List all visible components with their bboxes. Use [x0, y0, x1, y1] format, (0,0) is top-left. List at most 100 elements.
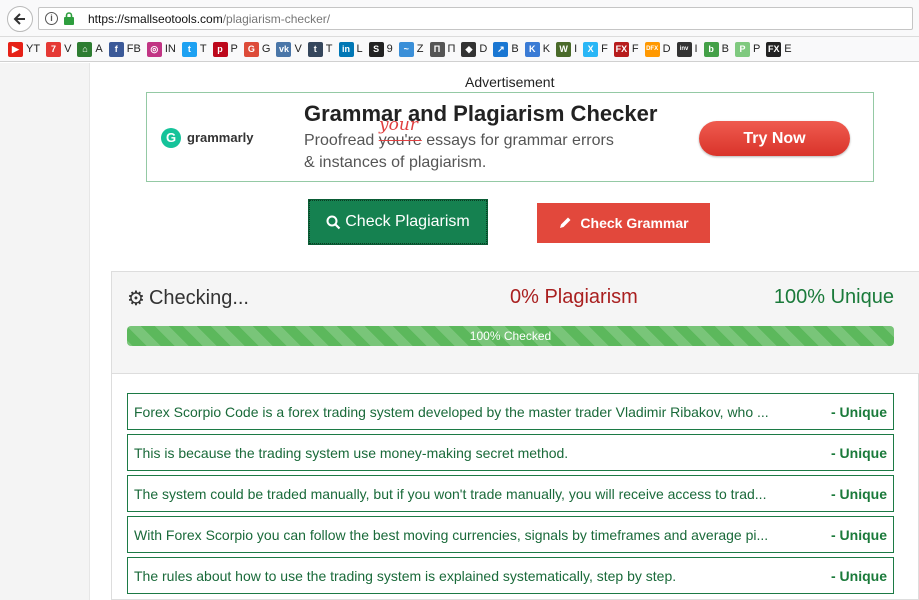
sentence-list: Forex Scorpio Code is a forex trading sy… — [127, 393, 894, 598]
sentence-text: Forex Scorpio Code is a forex trading sy… — [134, 404, 769, 420]
home-icon: ⌂ — [77, 41, 93, 57]
bookmark-item[interactable]: inv I — [676, 41, 698, 57]
back-arrow-icon — [13, 13, 25, 25]
sentence-row[interactable]: Forex Scorpio Code is a forex trading sy… — [127, 393, 894, 430]
back-button[interactable] — [7, 6, 33, 32]
bookmark-label: П — [447, 43, 456, 55]
bookmark-item[interactable]: PP — [734, 41, 761, 57]
checking-label: Checking... — [148, 287, 249, 309]
facebook-icon: f — [108, 41, 124, 57]
bookmark-item[interactable]: pP — [212, 41, 238, 57]
ad-line-1-post: essays for grammar errors — [421, 132, 614, 149]
bookmark-label: P — [752, 43, 761, 55]
left-gutter — [0, 63, 90, 600]
bookmark-label: B — [511, 43, 519, 55]
bookmark-label: G — [261, 43, 271, 55]
plagiarism-percent: 0% Plagiarism — [510, 286, 638, 308]
bookmark-label: K — [542, 43, 551, 55]
bookmark-item[interactable]: vk V — [276, 41, 302, 57]
p-icon: P — [734, 41, 750, 57]
progress-bar: 100% Checked — [127, 326, 894, 346]
bookmark-label: A — [95, 43, 103, 55]
z-icon: ~ — [398, 41, 414, 57]
bookmark-label: Z — [416, 43, 424, 55]
pencil-icon — [560, 217, 571, 228]
ad-title: Grammar and Plagiarism Checker — [304, 101, 658, 126]
s-icon: S — [368, 41, 384, 57]
lock-icon — [64, 12, 74, 25]
youtube-icon: ▶ — [8, 41, 23, 57]
ad-banner[interactable]: G grammarly Grammar and Plagiarism Check… — [146, 92, 874, 182]
sentence-status: - Unique — [831, 486, 887, 502]
bookmark-item[interactable]: ~ Z — [398, 41, 424, 57]
chart-icon: ↗ — [493, 41, 509, 57]
bookmark-item[interactable]: tT — [307, 41, 333, 57]
sentence-row[interactable]: This is because the trading system use m… — [127, 434, 894, 471]
bookmark-label: I — [694, 43, 698, 55]
bookmark-label: D — [479, 43, 488, 55]
sentence-status: - Unique — [831, 404, 887, 420]
address-bar[interactable]: i https://smallseotools.com/plagiarism-c… — [38, 7, 913, 30]
sentence-status: - Unique — [831, 568, 887, 584]
bookmark-item[interactable]: ▶ YT — [8, 41, 40, 57]
bookmark-item[interactable]: WI — [556, 41, 578, 57]
check-grammar-button[interactable]: Check Grammar — [537, 203, 710, 243]
bookmark-item[interactable]: DFX D — [644, 41, 671, 57]
bookmark-item[interactable]: XF — [583, 41, 608, 57]
sentence-text: With Forex Scorpio you can follow the be… — [134, 527, 769, 543]
check-plagiarism-button[interactable]: Check Plagiarism — [308, 199, 488, 245]
google-plus-icon: G — [243, 41, 259, 57]
sentence-text: This is because the trading system use m… — [134, 445, 569, 461]
bookmark-item[interactable]: bB — [703, 41, 729, 57]
bookmark-label: I — [574, 43, 578, 55]
bookmark-item[interactable]: ΠП — [429, 41, 456, 57]
bookmark-label: V — [64, 43, 72, 55]
bookmark-label: T — [325, 43, 333, 55]
pinterest-icon: p — [212, 41, 228, 57]
bookmark-item[interactable]: ⌂ A — [77, 41, 103, 57]
bookmark-item[interactable]: ◆ D — [461, 41, 488, 57]
bookmark-item[interactable]: ◎ IN — [146, 41, 176, 57]
sentence-text: The system could be traded manually, but… — [134, 486, 767, 502]
bookmark-item[interactable]: FX F — [613, 41, 639, 57]
d-icon: ◆ — [461, 41, 477, 57]
bookmark-label: IN — [164, 43, 176, 55]
bookmark-item[interactable]: 7V — [46, 41, 72, 57]
b-icon: b — [703, 41, 719, 57]
bookmark-item[interactable]: GG — [243, 41, 271, 57]
k-icon: K — [524, 41, 540, 57]
bookmark-item[interactable]: tT — [181, 41, 207, 57]
bookmark-item[interactable]: in L — [338, 41, 363, 57]
url-host: https://smallseotools.com — [88, 12, 223, 26]
bookmark-item[interactable]: KK — [524, 41, 551, 57]
bookmark-item[interactable]: S9 — [368, 41, 393, 57]
i-icon: W — [556, 41, 572, 57]
ad-line-1: Proofread you're essays for grammar erro… — [304, 132, 614, 150]
sentence-row[interactable]: With Forex Scorpio you can follow the be… — [127, 516, 894, 553]
results-header: ⚙ Checking... 0% Plagiarism 100% Unique … — [112, 272, 919, 374]
try-now-button[interactable]: Try Now — [699, 121, 850, 156]
sentence-status: - Unique — [831, 527, 887, 543]
sentence-row[interactable]: The system could be traded manually, but… — [127, 475, 894, 512]
x-icon: X — [583, 41, 599, 57]
sentence-row[interactable]: The rules about how to use the trading s… — [127, 557, 894, 594]
url-text: https://smallseotools.com/plagiarism-che… — [88, 12, 330, 26]
bookmark-label: 9 — [386, 43, 393, 55]
ad-struck-word: you're — [378, 132, 422, 149]
ad-line-1-pre: Proofread — [304, 132, 379, 149]
ad-line-2: & instances of plagiarism. — [304, 154, 487, 171]
fxs-icon: FX — [613, 41, 629, 57]
bookmark-label: V — [294, 43, 302, 55]
results-panel: ⚙ Checking... 0% Plagiarism 100% Unique … — [111, 271, 919, 600]
bookmark-item[interactable]: f FB — [108, 41, 141, 57]
bookmark-label: T — [199, 43, 207, 55]
bookmark-label: L — [356, 43, 363, 55]
info-icon[interactable]: i — [45, 12, 58, 25]
unique-percent: 100% Unique — [773, 286, 894, 308]
search-icon — [326, 215, 341, 229]
bookmarks-bar: ▶ YT 7 V ⌂ Af FB ◎ IN t Tp P G Gvk Vt Tin L S 9 ~ Z Π П ◆ D ↗ B K K W… — [0, 37, 919, 62]
check-grammar-label: Check Grammar — [580, 215, 689, 231]
bookmark-item[interactable]: ↗ B — [493, 41, 519, 57]
bookmark-item[interactable]: FX E — [766, 41, 792, 57]
inv-icon: inv — [676, 41, 692, 57]
